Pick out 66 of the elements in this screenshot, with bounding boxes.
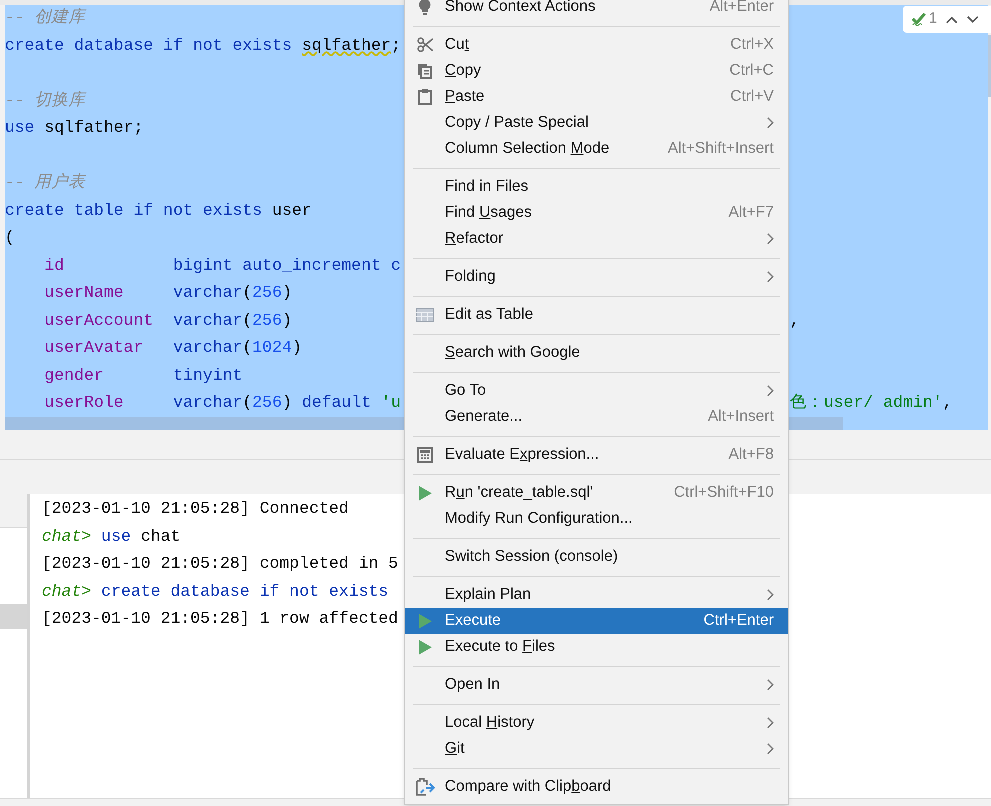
menu-item[interactable]: Open In [405,672,788,698]
code-comment: -- 切换库 [5,90,86,112]
play-icon [418,486,432,500]
column-name: userName [44,283,124,302]
menu-item[interactable]: Evaluate Expression... Alt+F8 [405,442,788,468]
code-line: varchar(1024) [173,337,302,360]
menu-item[interactable]: Folding [405,264,788,290]
column-name: gender [44,366,104,385]
clipboard-icon [418,89,432,105]
lightbulb-icon [419,0,431,15]
code-line: ( [5,227,15,250]
check-icon [912,12,927,27]
problem-count: 1 [929,9,938,30]
console-line: chat> use chat [42,526,181,548]
menu-item[interactable]: Copy Ctrl+C [405,58,788,84]
menu-item[interactable]: Generate... Alt+Insert [405,404,788,430]
chevron-up-icon[interactable] [946,16,958,24]
code-line: use sqlfather; [5,117,144,140]
console-line: [2023-01-10 21:05:28] 1 row affected [42,608,398,630]
menu-item[interactable]: Compare with Clipboard [405,774,788,800]
menu-item[interactable]: Column Selection Mode Alt+Shift+Insert [405,136,788,162]
console-line: chat> create database if not exists [42,580,389,603]
menu-item[interactable]: Git [405,736,788,762]
scissors-icon [416,37,434,53]
copy-icon [417,63,433,79]
menu-item[interactable]: Modify Run Configuration... [405,506,788,532]
code-line: bigint auto_increment c [173,254,402,277]
menu-item[interactable]: Paste Ctrl+V [405,84,788,110]
code-line: varchar(256) [173,310,292,332]
menu-item[interactable]: Switch Session (console) [405,544,788,570]
code-comment: -- 创建库 [5,7,86,30]
chevron-down-icon[interactable] [967,16,980,24]
menu-item[interactable]: Execute to Files [405,634,788,660]
code-line: tinyint [173,364,243,387]
menu-item[interactable]: Explain Plan [405,582,788,608]
play-icon [418,640,432,654]
compare-icon [416,778,434,796]
scrollbar-thumb[interactable] [988,35,991,97]
menu-item[interactable]: Refactor [405,226,788,252]
console-line: [2023-01-10 21:05:28] Connected [42,498,349,520]
code-line: create database if not exists sqlfather; [5,34,402,57]
column-name: userAvatar [44,338,144,358]
code-line: varchar(256) [173,282,292,304]
menu-item[interactable]: Run 'create_table.sql' Ctrl+Shift+F10 [405,480,788,506]
menu-item[interactable]: Search with Google [405,340,788,366]
menu-item[interactable]: Find in Files [405,174,788,200]
code-line: create table if not exists user [5,200,312,222]
menu-item[interactable]: Find Usages Alt+F7 [405,200,788,226]
menu-item[interactable]: Execute Ctrl+Enter [405,608,788,634]
column-name: id [44,256,64,275]
menu-item[interactable]: Copy / Paste Special [405,110,788,136]
code-line: , [790,310,800,332]
code-line: varchar(256) default 'u [173,392,402,414]
calculator-icon [417,447,433,463]
play-icon [418,614,432,628]
column-name: userRole [44,393,124,412]
code-line: 色：user/ admin', [790,392,953,414]
console-line: [2023-01-10 21:05:28] completed in 5 [42,553,398,576]
table-icon [416,308,434,322]
menu-item[interactable]: Edit as Table [405,302,788,328]
code-comment: -- 用户表 [5,172,86,194]
menu-item[interactable]: Local History [405,710,788,736]
menu-item[interactable]: Go To [405,378,788,404]
menu-item[interactable]: Show Context Actions Alt+Enter [405,0,788,20]
column-name: userAccount [44,310,154,330]
menu-item[interactable]: Cut Ctrl+X [405,32,788,58]
